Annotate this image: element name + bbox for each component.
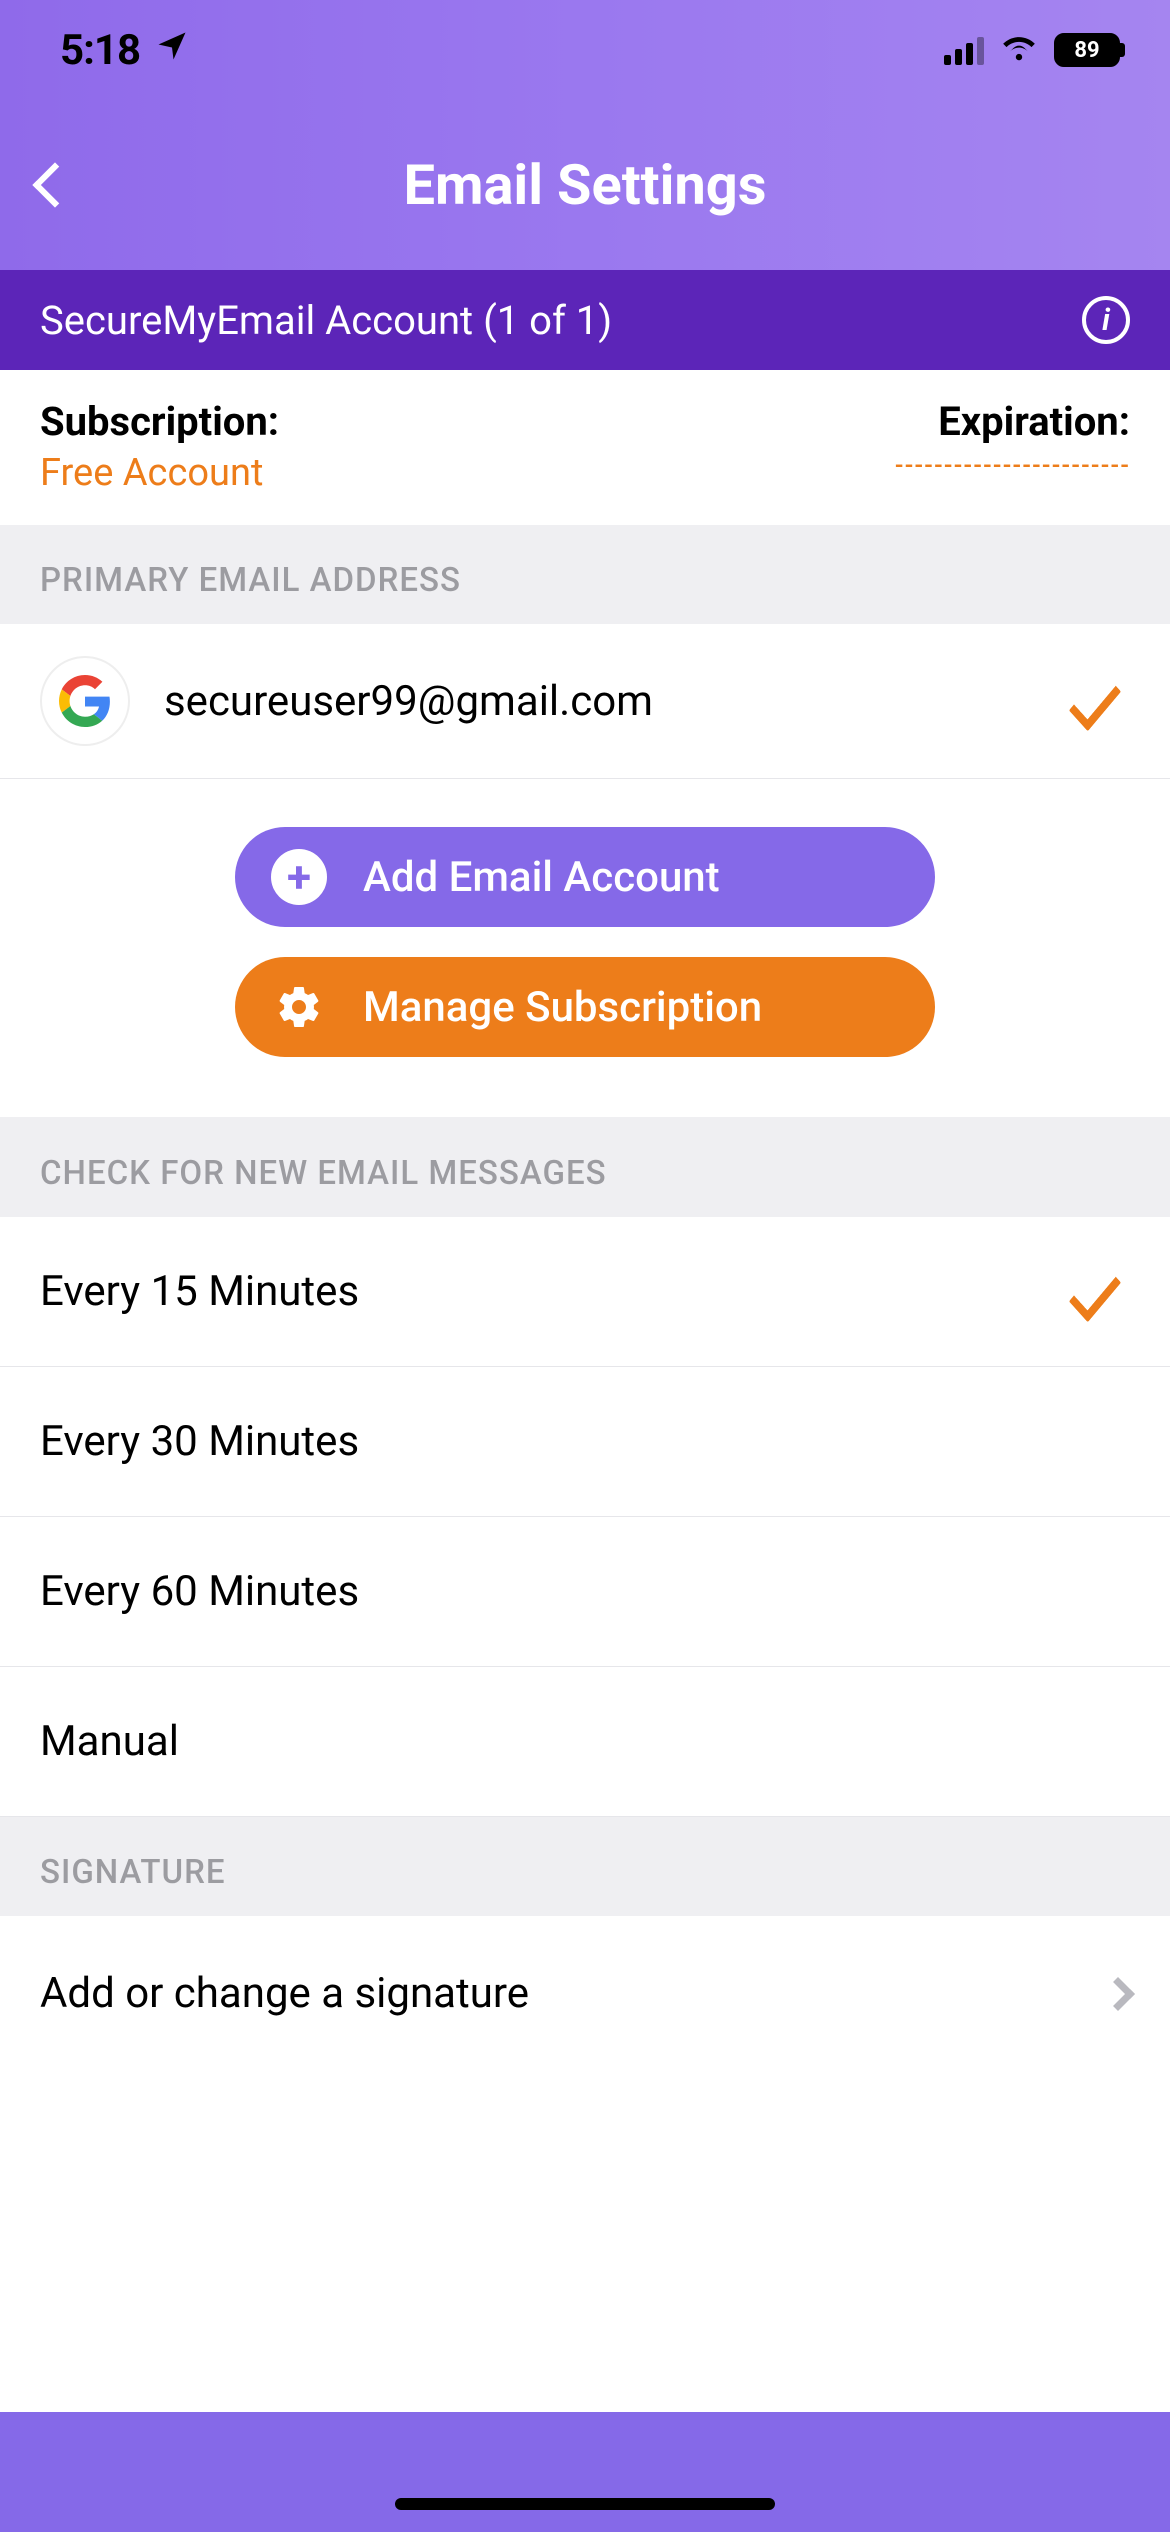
interval-option-60[interactable]: Every 60 Minutes [0, 1517, 1170, 1667]
info-icon: i [1102, 303, 1110, 338]
footer-bar [0, 2412, 1170, 2532]
subscription-label: Subscription: [40, 398, 279, 445]
navigation-bar: Email Settings [0, 100, 1170, 270]
section-header-text: SIGNATURE [40, 1853, 1130, 1892]
status-time: 5:18 [60, 26, 140, 75]
cellular-icon [944, 35, 984, 65]
interval-label: Every 30 Minutes [40, 1417, 359, 1466]
add-email-label: Add Email Account [363, 853, 720, 902]
account-banner-text: SecureMyEmail Account (1 of 1) [40, 297, 612, 344]
signature-row[interactable]: Add or change a signature [0, 1916, 1170, 2071]
expiration-label: Expiration: [895, 398, 1130, 445]
interval-option-30[interactable]: Every 30 Minutes [0, 1367, 1170, 1517]
subscription-row: Subscription: Free Account Expiration: -… [0, 370, 1170, 525]
expiration-info: Expiration: ------------------------ [895, 398, 1130, 495]
expiration-value: ------------------------ [895, 451, 1130, 479]
back-button[interactable] [20, 150, 90, 220]
location-icon [154, 28, 190, 73]
interval-label: Every 60 Minutes [40, 1567, 359, 1616]
battery-icon: 89 [1054, 33, 1120, 67]
primary-email-address: secureuser99@gmail.com [164, 677, 1026, 726]
chevron-right-icon [1101, 1977, 1135, 2011]
gear-icon [271, 979, 327, 1035]
wifi-icon [1000, 30, 1038, 70]
status-right: 89 [944, 30, 1120, 70]
manage-subscription-label: Manage Subscription [363, 983, 762, 1032]
info-button[interactable]: i [1082, 296, 1130, 344]
action-buttons: + Add Email Account Manage Subscription [0, 779, 1170, 1118]
interval-label: Manual [40, 1717, 179, 1766]
section-header-text: CHECK FOR NEW EMAIL MESSAGES [40, 1154, 1130, 1193]
status-bar: 5:18 89 [0, 0, 1170, 100]
section-header-signature: SIGNATURE [0, 1817, 1170, 1916]
primary-email-row[interactable]: secureuser99@gmail.com [0, 624, 1170, 779]
selected-check-icon [1060, 1267, 1130, 1317]
battery-percent: 89 [1074, 38, 1099, 63]
section-header-check-interval: CHECK FOR NEW EMAIL MESSAGES [0, 1118, 1170, 1217]
section-header-text: PRIMARY EMAIL ADDRESS [40, 561, 1130, 600]
plus-icon: + [271, 849, 327, 905]
home-indicator[interactable] [395, 2498, 775, 2510]
section-header-primary-email: PRIMARY EMAIL ADDRESS [0, 525, 1170, 624]
interval-option-manual[interactable]: Manual [0, 1667, 1170, 1817]
selected-check-icon [1060, 676, 1130, 726]
add-email-account-button[interactable]: + Add Email Account [235, 827, 935, 927]
signature-label: Add or change a signature [40, 1969, 529, 2018]
page-title: Email Settings [403, 152, 766, 218]
interval-label: Every 15 Minutes [40, 1267, 359, 1316]
chevron-left-icon [32, 162, 77, 207]
subscription-info: Subscription: Free Account [40, 398, 279, 495]
subscription-value: Free Account [40, 451, 279, 495]
google-icon [40, 656, 130, 746]
manage-subscription-button[interactable]: Manage Subscription [235, 957, 935, 1057]
interval-option-15[interactable]: Every 15 Minutes [0, 1217, 1170, 1367]
status-left: 5:18 [60, 26, 190, 75]
account-banner: SecureMyEmail Account (1 of 1) i [0, 270, 1170, 370]
